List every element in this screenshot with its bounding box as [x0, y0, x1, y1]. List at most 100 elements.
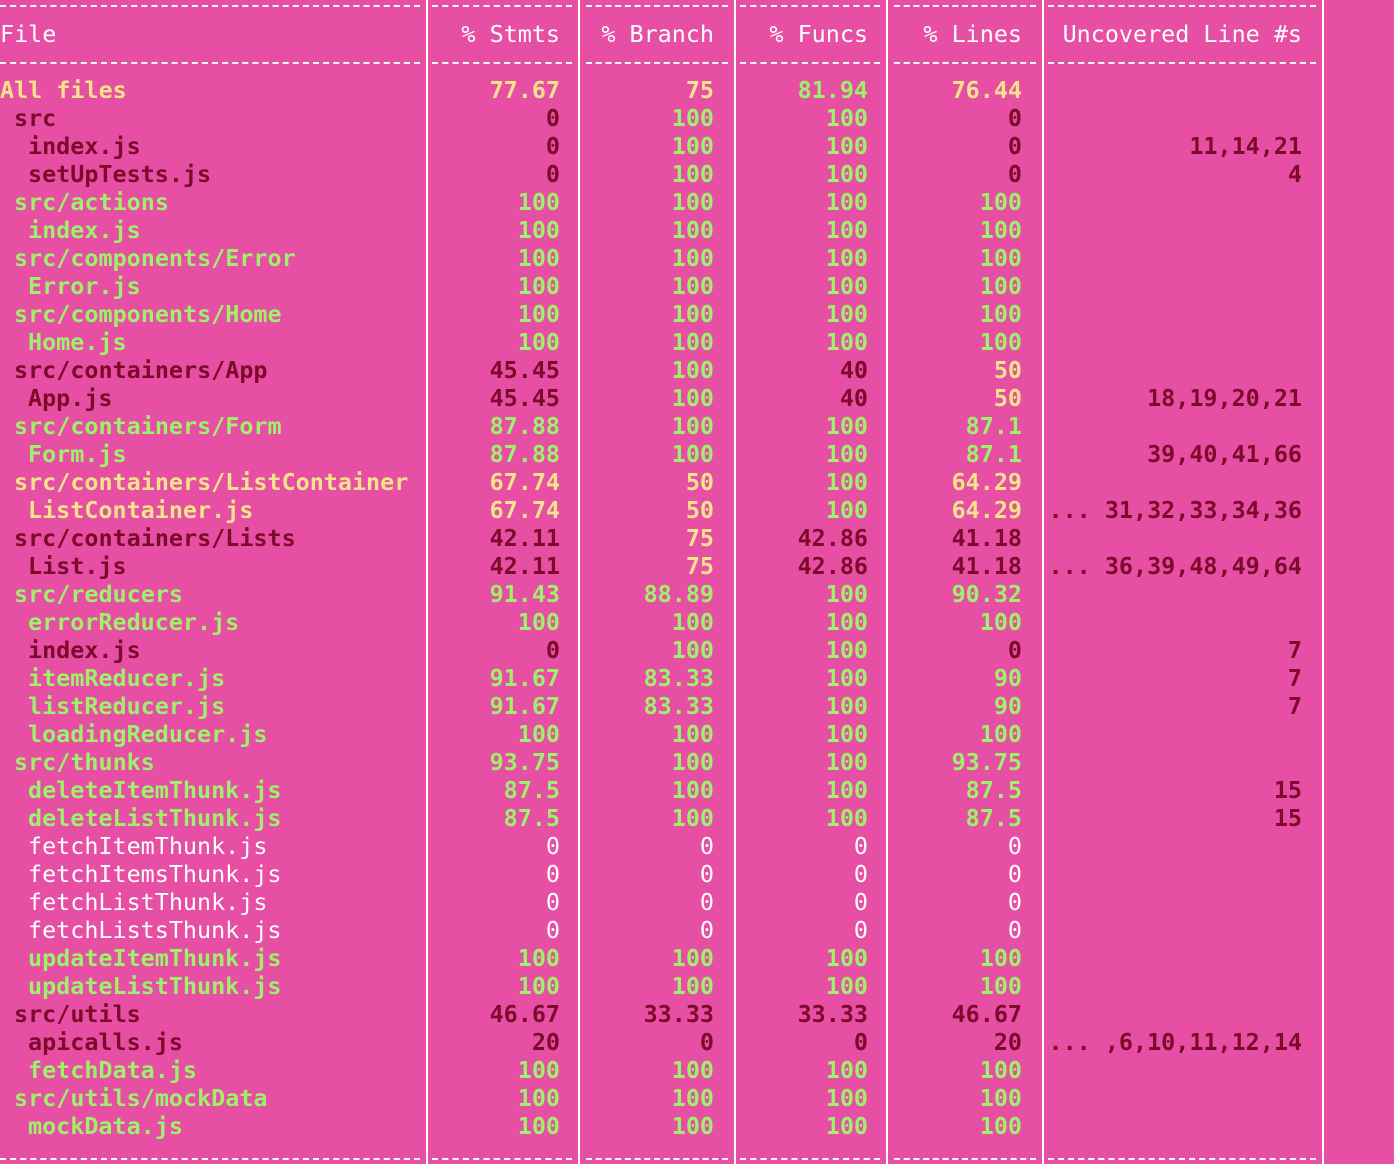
- cell-file: itemReducer.js: [28, 664, 226, 692]
- cell-lines: 64.29: [951, 468, 1022, 496]
- cell-funcs: 100: [825, 664, 868, 692]
- cell-stmts: 87.5: [503, 776, 560, 804]
- cell-branch: 100: [671, 132, 714, 160]
- cell-lines: 0: [1007, 160, 1022, 188]
- cell-lines: 41.18: [951, 552, 1022, 580]
- dashed-rule: [1048, 62, 1316, 64]
- column-separator: [1322, 0, 1324, 1164]
- cell-stmts: 20: [531, 1028, 560, 1056]
- header-branch: % Branch: [601, 20, 714, 48]
- dashed-rule: [432, 5, 572, 7]
- cell-stmts: 100: [517, 944, 560, 972]
- header-lines: % Lines: [923, 20, 1022, 48]
- header-funcs: % Funcs: [769, 20, 868, 48]
- cell-file: errorReducer.js: [28, 608, 240, 636]
- header-stmts: % Stmts: [461, 20, 560, 48]
- cell-uncovered: [1044, 356, 1302, 384]
- cell-branch: 100: [671, 944, 714, 972]
- cell-stmts: 67.74: [489, 496, 560, 524]
- cell-stmts: 87.88: [489, 440, 560, 468]
- cell-stmts: 100: [517, 720, 560, 748]
- dashed-rule: [586, 62, 728, 64]
- dashed-rule: [894, 1158, 1036, 1160]
- cell-branch: 0: [699, 916, 714, 944]
- cell-stmts: 0: [545, 832, 560, 860]
- cell-funcs: 33.33: [797, 1000, 868, 1028]
- cell-stmts: 100: [517, 608, 560, 636]
- cell-file: apicalls.js: [28, 1028, 183, 1056]
- cell-file: loadingReducer.js: [28, 720, 268, 748]
- cell-stmts: 0: [545, 132, 560, 160]
- cell-funcs: 100: [825, 720, 868, 748]
- cell-branch: 100: [671, 216, 714, 244]
- cell-funcs: 100: [825, 132, 868, 160]
- cell-file: fetchListsThunk.js: [28, 916, 282, 944]
- cell-funcs: 42.86: [797, 552, 868, 580]
- cell-file: index.js: [28, 132, 141, 160]
- cell-file: src/components/Error: [14, 244, 296, 272]
- cell-lines: 100: [979, 720, 1022, 748]
- cell-branch: 100: [671, 328, 714, 356]
- cell-funcs: 100: [825, 692, 868, 720]
- cell-uncovered: [1044, 104, 1302, 132]
- cell-uncovered: 18,19,20,21: [1147, 384, 1302, 412]
- cell-funcs: 100: [825, 1084, 868, 1112]
- cell-file: listReducer.js: [28, 692, 226, 720]
- dashed-rule: [586, 5, 728, 7]
- cell-stmts: 45.45: [489, 356, 560, 384]
- cell-file: setUpTests.js: [28, 160, 212, 188]
- cell-funcs: 100: [825, 748, 868, 776]
- header-uncovered: Uncovered Line #s: [1062, 20, 1302, 48]
- cell-lines: 100: [979, 272, 1022, 300]
- cell-stmts: 0: [545, 860, 560, 888]
- cell-lines: 100: [979, 244, 1022, 272]
- cell-file: fetchListThunk.js: [28, 888, 268, 916]
- cell-lines: 100: [979, 1112, 1022, 1140]
- cell-funcs: 100: [825, 608, 868, 636]
- cell-lines: 50: [993, 384, 1022, 412]
- cell-stmts: 100: [517, 244, 560, 272]
- cell-lines: 46.67: [951, 1000, 1022, 1028]
- cell-funcs: 100: [825, 1112, 868, 1140]
- cell-branch: 100: [671, 608, 714, 636]
- cell-funcs: 100: [825, 244, 868, 272]
- cell-file: src/containers/Lists: [14, 524, 296, 552]
- cell-funcs: 100: [825, 300, 868, 328]
- cell-file: ListContainer.js: [28, 496, 254, 524]
- dashed-rule: [432, 1158, 572, 1160]
- cell-stmts: 0: [545, 160, 560, 188]
- dashed-rule: [432, 62, 572, 64]
- cell-uncovered: 7: [1287, 636, 1302, 664]
- cell-file: fetchItemThunk.js: [28, 832, 268, 860]
- cell-uncovered: [1044, 468, 1302, 496]
- cell-uncovered: [1044, 244, 1302, 272]
- cell-stmts: 87.5: [503, 804, 560, 832]
- cell-uncovered: 15: [1273, 804, 1302, 832]
- column-separator: [1042, 0, 1044, 1164]
- cell-uncovered: 4: [1287, 160, 1302, 188]
- cell-branch: 100: [671, 160, 714, 188]
- cell-file: updateListThunk.js: [28, 972, 282, 1000]
- cell-file: src/components/Home: [14, 300, 282, 328]
- cell-stmts: 0: [545, 888, 560, 916]
- column-separator: [426, 0, 428, 1164]
- column-separator: [578, 0, 580, 1164]
- cell-branch: 100: [671, 104, 714, 132]
- cell-stmts: 93.75: [489, 748, 560, 776]
- cell-lines: 87.5: [965, 804, 1022, 832]
- cell-lines: 90.32: [951, 580, 1022, 608]
- cell-branch: 100: [671, 300, 714, 328]
- header-file: File: [0, 20, 57, 48]
- cell-branch: 100: [671, 440, 714, 468]
- cell-stmts: 45.45: [489, 384, 560, 412]
- cell-file: App.js: [28, 384, 113, 412]
- cell-funcs: 100: [825, 188, 868, 216]
- dashed-rule: [740, 62, 880, 64]
- cell-uncovered: 39,40,41,66: [1147, 440, 1302, 468]
- cell-lines: 87.1: [965, 412, 1022, 440]
- cell-stmts: 100: [517, 272, 560, 300]
- cell-lines: 93.75: [951, 748, 1022, 776]
- cell-branch: 100: [671, 1056, 714, 1084]
- dashed-rule: [894, 5, 1036, 7]
- dashed-rule: [0, 5, 420, 7]
